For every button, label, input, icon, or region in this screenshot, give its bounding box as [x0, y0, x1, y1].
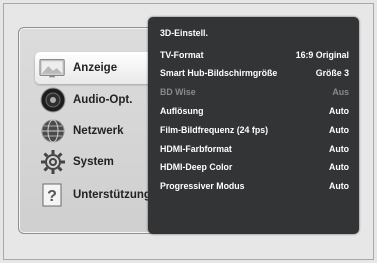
row-value: Auto [328, 144, 349, 154]
row-label: TV-Format [160, 50, 204, 60]
row-label: BD Wise [160, 87, 196, 97]
row-value: Größe 3 [315, 68, 349, 78]
row-value: 16:9 Original [295, 50, 349, 60]
row-label: Film-Bildfrequenz (24 fps) [160, 125, 269, 135]
menu-row-progressive-mode[interactable]: Progressiver Modus Auto [160, 178, 349, 194]
globe-network-icon [39, 117, 67, 145]
menu-row-bd-wise: BD Wise Aus [160, 84, 349, 100]
sidebar-item-label: Netzwerk [73, 125, 124, 137]
gear-icon [39, 148, 67, 176]
row-value: Auto [328, 106, 349, 116]
menu-row-smart-hub-size[interactable]: Smart Hub-Bildschirmgröße Größe 3 [160, 65, 349, 81]
menu-row-3d-settings[interactable]: 3D-Einstell. [160, 25, 349, 41]
menu-row-hdmi-color-format[interactable]: HDMI-Farbformat Auto [160, 141, 349, 157]
row-label: Auflösung [160, 106, 204, 116]
row-value: Auto [328, 125, 349, 135]
row-value: Aus [332, 87, 349, 97]
row-value: Auto [328, 181, 349, 191]
menu-row-hdmi-deep-color[interactable]: HDMI-Deep Color Auto [160, 159, 349, 175]
menu-row-tv-format[interactable]: TV-Format 16:9 Original [160, 47, 349, 63]
settings-menu: 3D-Einstell. TV-Format 16:9 Original Sma… [148, 17, 359, 234]
help-question-icon: ? [39, 181, 67, 209]
row-label: Progressiver Modus [160, 181, 245, 191]
menu-row-resolution[interactable]: Auflösung Auto [160, 103, 349, 119]
row-label: Smart Hub-Bildschirmgröße [160, 68, 278, 78]
svg-text:?: ? [47, 188, 57, 205]
sidebar-item-label: Unterstützung [73, 189, 151, 201]
menu-row-film-framerate[interactable]: Film-Bildfrequenz (24 fps) Auto [160, 122, 349, 138]
sidebar-item-label: Audio-Opt. [73, 94, 133, 106]
row-value: Auto [328, 162, 349, 172]
row-label: 3D-Einstell. [160, 28, 208, 38]
sidebar-item-label: System [73, 156, 114, 168]
row-label: HDMI-Farbformat [160, 144, 232, 154]
display-icon [39, 54, 67, 82]
row-label: HDMI-Deep Color [160, 162, 233, 172]
sidebar-item-label: Anzeige [73, 62, 118, 74]
speaker-icon [39, 86, 67, 114]
